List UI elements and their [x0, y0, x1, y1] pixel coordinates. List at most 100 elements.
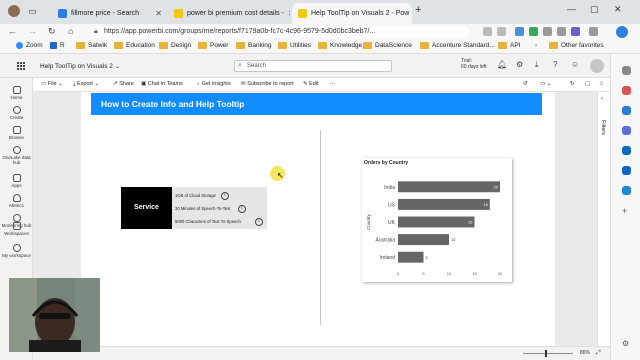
fit-page-icon[interactable]: ⤢: [596, 350, 601, 357]
tools-icon[interactable]: [622, 106, 631, 115]
comment-icon[interactable]: ▢: [585, 81, 590, 87]
get-insights-button[interactable]: ♁ Get insights: [196, 81, 231, 87]
close-icon[interactable]: ✕: [409, 9, 412, 18]
x-tick-label: 5: [422, 271, 425, 276]
favorites-icon[interactable]: [543, 27, 552, 36]
notifications-icon[interactable]: 🔔︎: [497, 60, 507, 69]
fav-education[interactable]: Education: [114, 42, 155, 49]
tab-help-tooltip[interactable]: Help ToolTip on Visuals 2 - Pow ✕: [292, 3, 412, 24]
profile-avatar[interactable]: [8, 5, 20, 17]
add-icon[interactable]: +: [622, 206, 631, 216]
more-favorites-icon[interactable]: ›: [535, 42, 537, 49]
fav-satwik[interactable]: Satwik: [76, 42, 107, 49]
fav-knowledge[interactable]: Knowledge: [318, 42, 362, 49]
cursor-highlight: ↖: [270, 166, 285, 181]
reset-icon[interactable]: ↺: [523, 81, 528, 87]
fav-utilities[interactable]: Utilities: [278, 42, 311, 49]
minimize-icon[interactable]: —: [567, 4, 576, 14]
home-icon[interactable]: ⌂: [68, 26, 73, 36]
fav-datascience[interactable]: DataScience: [363, 42, 412, 49]
export-menu[interactable]: ⤓ Export ⌄: [73, 81, 99, 88]
fav-r[interactable]: R: [50, 42, 65, 49]
read-aloud-icon[interactable]: [483, 27, 492, 36]
rail-metrics[interactable]: Metrics: [0, 194, 33, 208]
shopping-icon[interactable]: [622, 86, 631, 95]
search-input[interactable]: ⌕ Search: [234, 60, 392, 72]
data-hub-icon: [12, 146, 21, 154]
presenter-video: [9, 278, 100, 352]
favorite-star-icon[interactable]: [497, 27, 506, 36]
back-icon[interactable]: ←: [8, 26, 17, 36]
info-icon[interactable]: i: [255, 218, 263, 226]
maximize-icon[interactable]: ▢: [590, 4, 599, 15]
fav-power[interactable]: Power: [198, 42, 228, 49]
chat-in-teams-button[interactable]: ▣ Chat in Teams: [141, 81, 183, 87]
zoom-slider[interactable]: [523, 350, 573, 357]
tab-premium-cost[interactable]: power bi premium cost details - ✕: [168, 3, 290, 24]
extension-icon[interactable]: [515, 27, 524, 36]
new-tab-button[interactable]: +: [415, 4, 421, 16]
info-icon[interactable]: i: [221, 192, 229, 200]
zoom-slider-thumb[interactable]: [545, 350, 547, 357]
subscribe-button[interactable]: ✉ Subscribe to report: [241, 81, 294, 87]
skype-icon[interactable]: [622, 186, 631, 195]
download-icon[interactable]: ⤓: [535, 60, 539, 70]
cmd-label: Get insights: [201, 81, 231, 87]
close-icon[interactable]: ✕: [284, 9, 290, 18]
orders-by-country-chart[interactable]: Orders by Country India 20 US 18 UK 15 Austral…: [362, 158, 512, 282]
close-icon[interactable]: ✕: [151, 9, 162, 18]
workspaces-icon: [12, 222, 21, 230]
rail-label: OneLake data hub: [2, 155, 31, 165]
games-icon[interactable]: [622, 126, 631, 135]
bar-australia[interactable]: [398, 234, 449, 246]
more-options-icon[interactable]: ⋯: [330, 81, 336, 87]
fav-accenture[interactable]: Accenture Standard...: [420, 42, 495, 49]
office-icon[interactable]: [622, 146, 631, 155]
fav-api[interactable]: API: [498, 42, 520, 49]
help-icon[interactable]: ?: [553, 60, 557, 69]
extension-icon[interactable]: [529, 27, 538, 36]
bar-us[interactable]: [398, 198, 490, 210]
settings-icon[interactable]: ⚙: [516, 60, 523, 69]
rail-browse[interactable]: Browse: [0, 126, 33, 140]
search-icon[interactable]: [622, 66, 631, 75]
fav-banking[interactable]: Banking: [236, 42, 272, 49]
settings-menu-icon[interactable]: [589, 27, 598, 36]
bar-ireland[interactable]: [398, 251, 424, 263]
share-button[interactable]: ↗ Share: [113, 81, 134, 87]
fav-other[interactable]: Other favorites: [549, 42, 604, 49]
tab-search[interactable]: fillmore price - Search ✕: [52, 3, 168, 24]
rail-my-workspace[interactable]: My workspace: [0, 244, 33, 258]
sidebar-settings-icon[interactable]: ⚙: [622, 339, 631, 348]
outlook-icon[interactable]: [622, 166, 631, 175]
report-title[interactable]: Help ToolTip on Visuals 2 ⌄: [40, 62, 120, 70]
view-menu-icon[interactable]: ▭ ⌄: [540, 81, 551, 87]
url-field[interactable]: 🔒︎ https://app.powerbi.com/groups/me/rep…: [90, 26, 470, 38]
user-avatar[interactable]: [590, 59, 604, 73]
rail-home[interactable]: Home: [0, 86, 33, 100]
rail-apps[interactable]: Apps: [0, 174, 33, 188]
copilot-icon[interactable]: [616, 26, 628, 38]
forward-icon[interactable]: →: [28, 26, 37, 36]
filters-label[interactable]: Filters: [600, 120, 606, 135]
bar-india[interactable]: [398, 181, 500, 193]
feedback-icon[interactable]: ☺: [571, 60, 579, 69]
chevron-left-icon: ‹: [601, 96, 603, 102]
collections-icon[interactable]: [557, 27, 566, 36]
workspaces-icon[interactable]: ▭: [28, 6, 37, 17]
rail-workspaces[interactable]: Workspaces: [0, 222, 33, 236]
info-icon[interactable]: i: [238, 205, 246, 213]
fav-design[interactable]: Design: [159, 42, 191, 49]
edit-button[interactable]: ✎ Edit: [303, 81, 319, 87]
refresh-visuals-icon[interactable]: ↻: [570, 81, 575, 87]
rail-onelake[interactable]: OneLake data hub: [0, 146, 33, 165]
close-window-icon[interactable]: ✕: [614, 4, 622, 15]
favorite-icon[interactable]: ☆: [599, 81, 604, 87]
fav-zoom[interactable]: Zoom: [16, 42, 43, 49]
refresh-icon[interactable]: ↻: [48, 26, 56, 37]
file-menu[interactable]: ▭ File ⌄: [41, 81, 63, 87]
bar-uk[interactable]: [398, 216, 475, 228]
sync-icon[interactable]: [571, 27, 580, 36]
app-launcher-icon[interactable]: [17, 62, 25, 70]
rail-create[interactable]: Create: [0, 106, 33, 120]
